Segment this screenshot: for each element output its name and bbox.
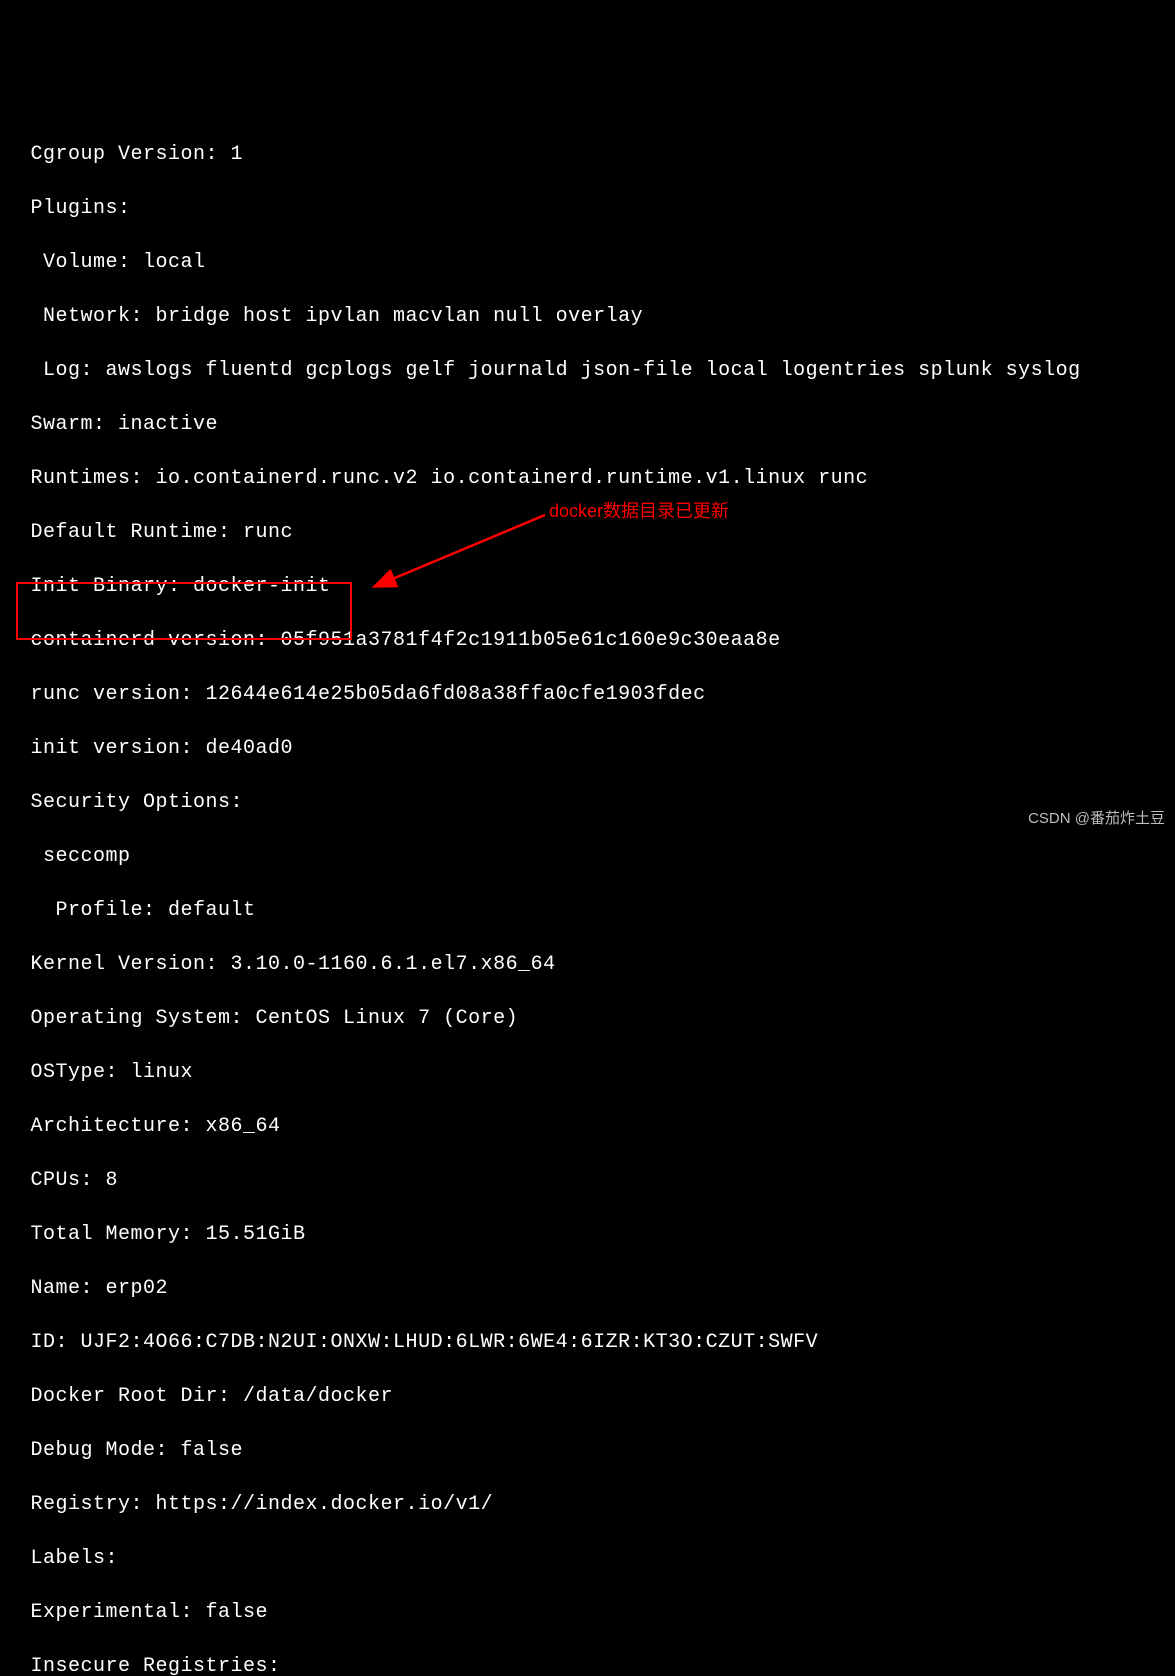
terminal-line: Profile: default [18,897,1175,924]
terminal-line: Kernel Version: 3.10.0-1160.6.1.el7.x86_… [18,951,1175,978]
terminal-line: Log: awslogs fluentd gcplogs gelf journa… [18,357,1175,384]
terminal-line: Volume: local [18,249,1175,276]
watermark-text: CSDN @番茄炸土豆 [1028,805,1165,832]
terminal-line: Insecure Registries: [18,1653,1175,1676]
terminal-line: Runtimes: io.containerd.runc.v2 io.conta… [18,465,1175,492]
terminal-line: runc version: 12644e614e25b05da6fd08a38f… [18,681,1175,708]
terminal-line: Registry: https://index.docker.io/v1/ [18,1491,1175,1518]
terminal-line: CPUs: 8 [18,1167,1175,1194]
terminal-line: Debug Mode: false [18,1437,1175,1464]
terminal-line: Operating System: CentOS Linux 7 (Core) [18,1005,1175,1032]
terminal-line: Init Binary: docker-init [18,573,1175,600]
terminal-line: Architecture: x86_64 [18,1113,1175,1140]
terminal-line: Security Options: [18,789,1175,816]
terminal-line: Network: bridge host ipvlan macvlan null… [18,303,1175,330]
terminal-line: Docker Root Dir: /data/docker [18,1383,1175,1410]
terminal-line: containerd version: 05f951a3781f4f2c1911… [18,627,1175,654]
terminal-line: OSType: linux [18,1059,1175,1086]
terminal-line: Total Memory: 15.51GiB [18,1221,1175,1248]
terminal-output: Cgroup Version: 1 Plugins: Volume: local… [18,114,1175,1676]
terminal-line: init version: de40ad0 [18,735,1175,762]
terminal-line: seccomp [18,843,1175,870]
terminal-line: Plugins: [18,195,1175,222]
terminal-line: Cgroup Version: 1 [18,141,1175,168]
terminal-line: Name: erp02 [18,1275,1175,1302]
terminal-line: Experimental: false [18,1599,1175,1626]
terminal-line: ID: UJF2:4O66:C7DB:N2UI:ONXW:LHUD:6LWR:6… [18,1329,1175,1356]
terminal-line: Labels: [18,1545,1175,1572]
terminal-line: Swarm: inactive [18,411,1175,438]
annotation-label: docker数据目录已更新 [549,498,729,525]
